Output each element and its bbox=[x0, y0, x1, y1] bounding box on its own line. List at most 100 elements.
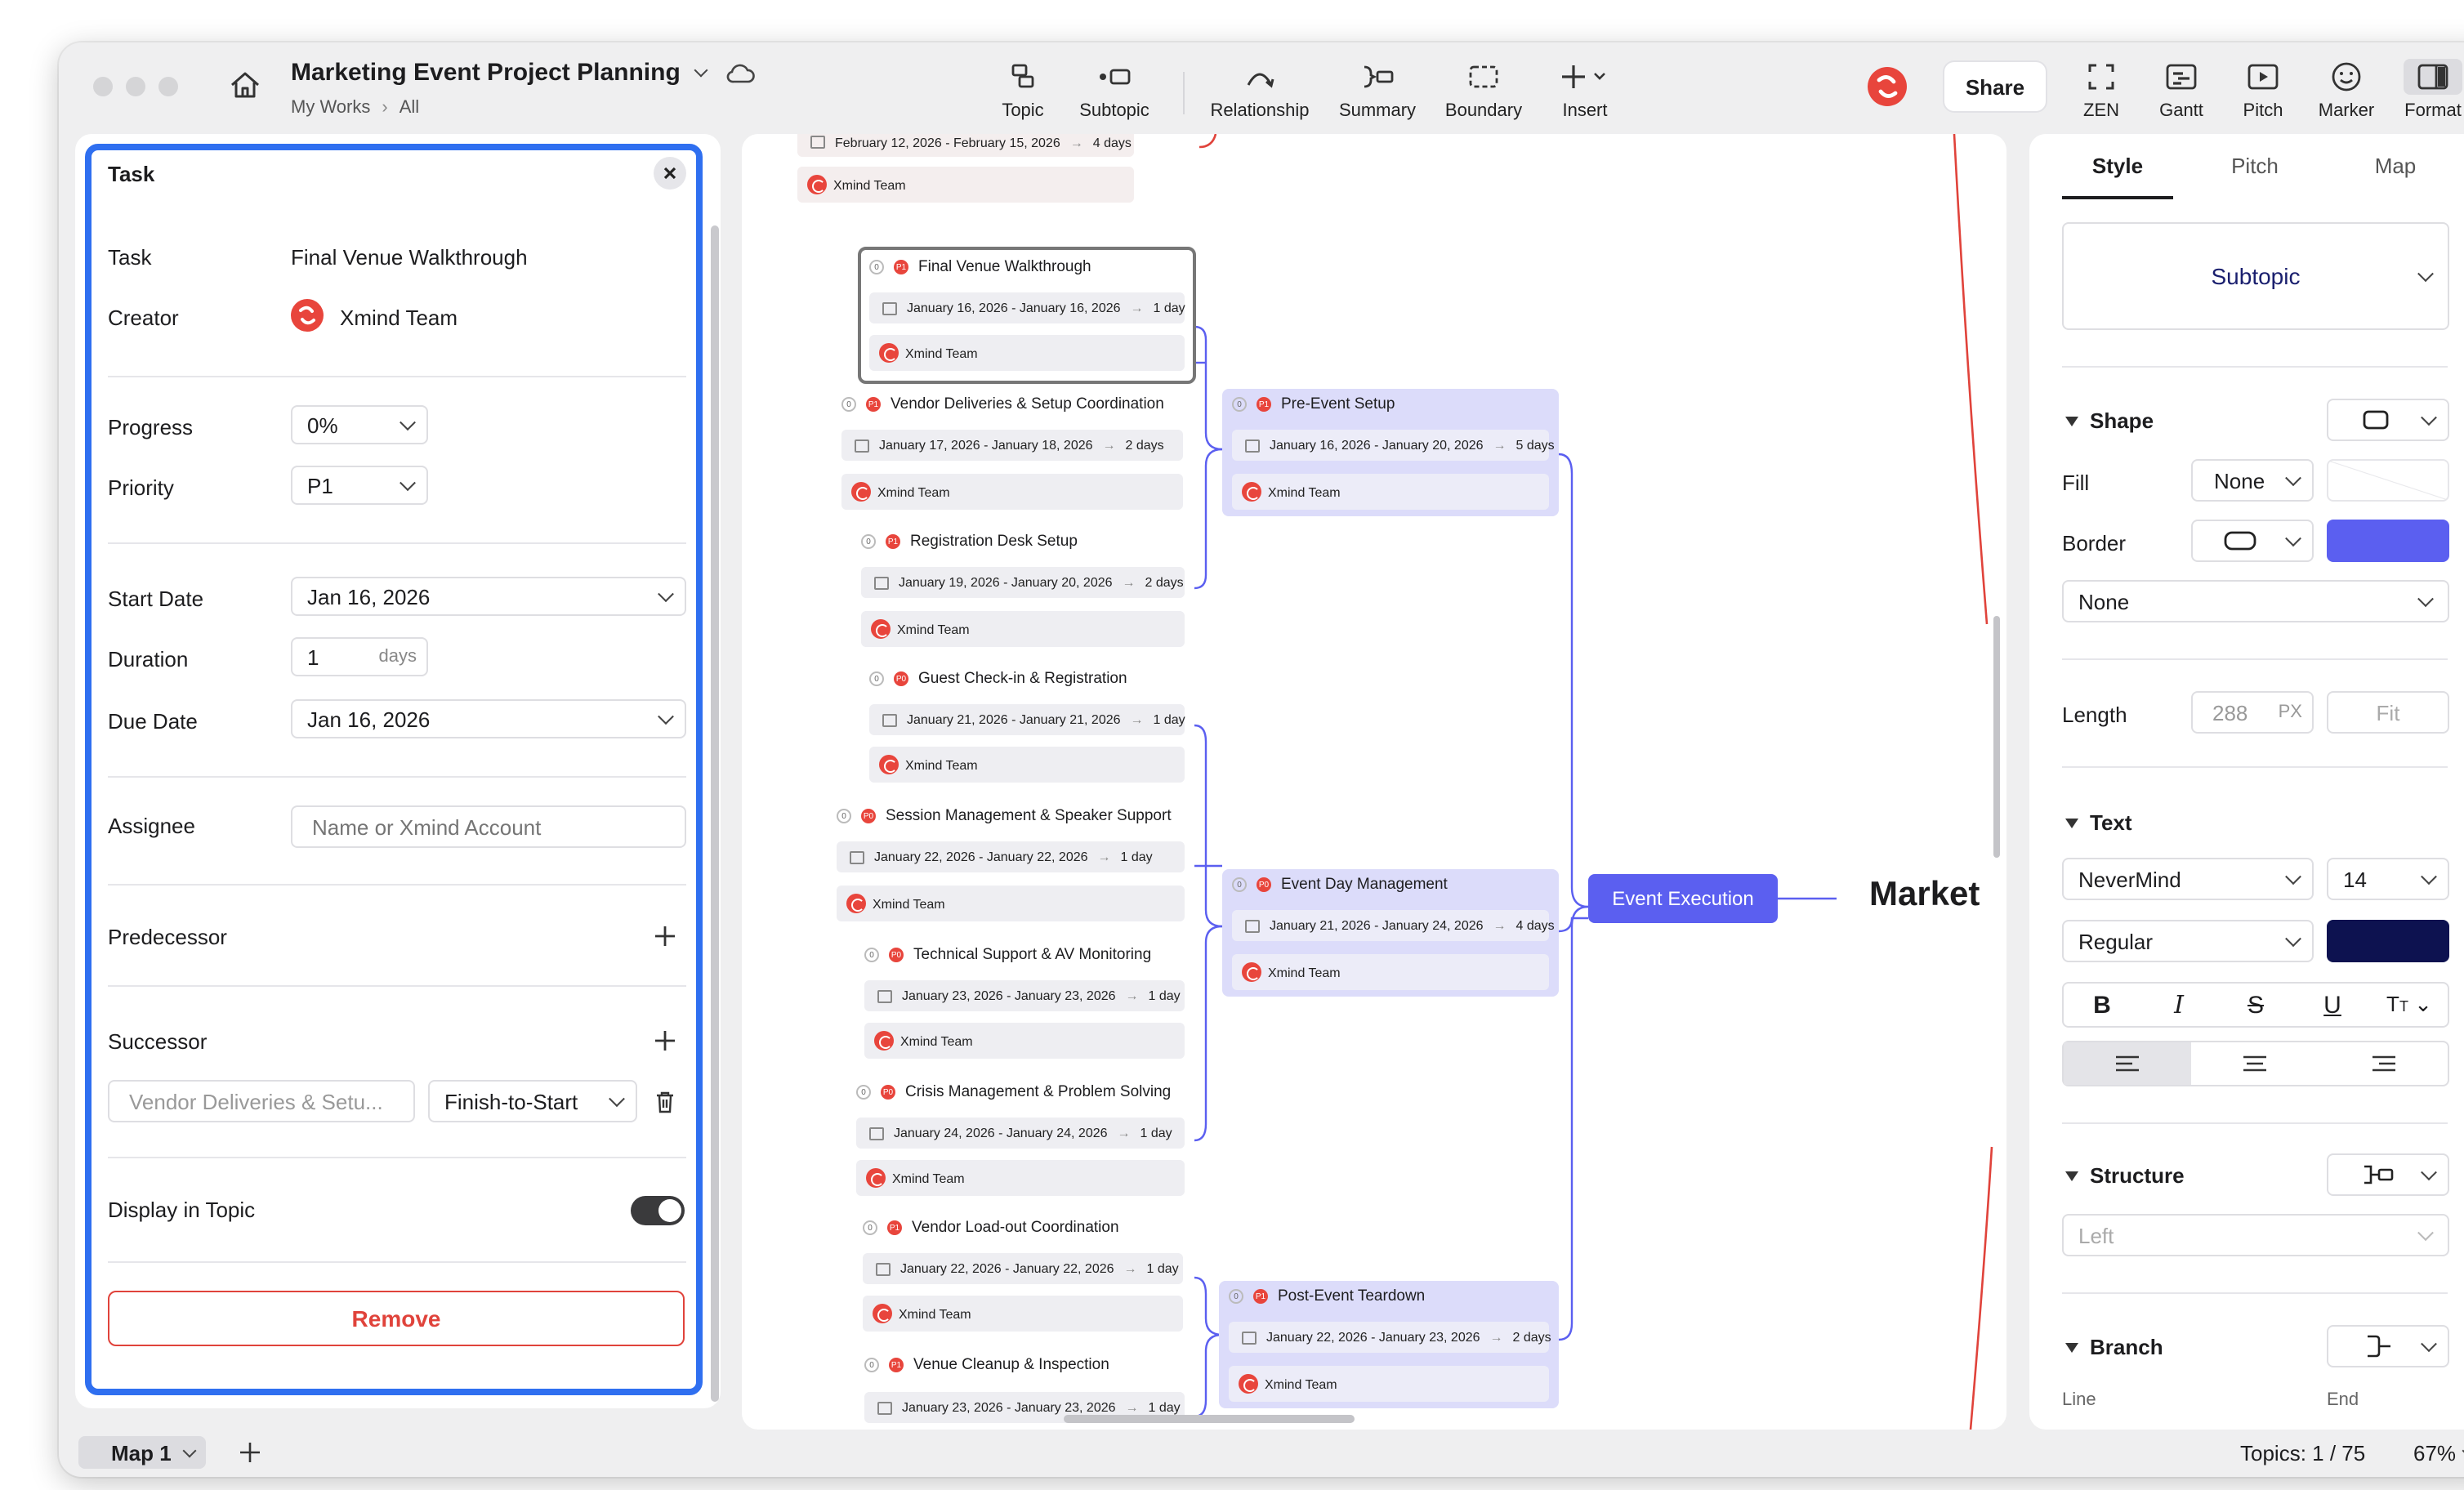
shape-section-header[interactable]: Shape bbox=[2065, 408, 2154, 433]
add-predecessor-button[interactable] bbox=[654, 925, 676, 948]
group-title[interactable]: 0 P1 Pre-Event Setup bbox=[1232, 395, 1395, 413]
add-successor-button[interactable] bbox=[654, 1029, 676, 1052]
mindmap-canvas[interactable]: February 12, 2026 - February 15, 2026 → 4 … bbox=[742, 134, 2006, 1430]
task-date-pill[interactable]: January 22, 2026 - January 22, 2026 → 1 da… bbox=[863, 1253, 1183, 1284]
successor-task-select[interactable]: Vendor Deliveries & Setu... bbox=[108, 1080, 415, 1122]
underline-button[interactable]: U bbox=[2294, 991, 2371, 1019]
group-assignee-pill[interactable]: Xmind Team bbox=[1232, 954, 1549, 990]
branch-section-header[interactable]: Branch bbox=[2065, 1335, 2163, 1359]
assignee-input[interactable] bbox=[291, 805, 686, 848]
task-date-pill[interactable]: January 23, 2026 - January 23, 2026 → 1 da… bbox=[864, 980, 1185, 1011]
document-title[interactable]: Marketing Event Project Planning bbox=[291, 59, 756, 87]
task-title[interactable]: 0 P1 Registration Desk Setup bbox=[861, 533, 1078, 551]
zoom-select[interactable]: 67% bbox=[2413, 1441, 2464, 1465]
structure-direction-select[interactable]: Left bbox=[2062, 1214, 2449, 1256]
shape-select[interactable] bbox=[2327, 399, 2449, 441]
central-topic[interactable]: Market bbox=[1869, 876, 1980, 915]
group-date-pill[interactable]: January 22, 2026 - January 23, 2026 → 2 da… bbox=[1229, 1322, 1551, 1353]
display-in-topic-toggle[interactable] bbox=[631, 1196, 685, 1225]
task-date-pill[interactable]: January 24, 2026 - January 24, 2026 → 1 da… bbox=[856, 1118, 1185, 1149]
add-map-button[interactable] bbox=[240, 1443, 260, 1462]
group-assignee-pill[interactable]: Xmind Team bbox=[1229, 1366, 1549, 1402]
due-date-picker[interactable]: Jan 16, 2026 bbox=[291, 699, 686, 738]
summary-button[interactable]: Summary bbox=[1335, 59, 1420, 121]
main-topic[interactable]: Event Execution bbox=[1588, 874, 1778, 923]
group-title[interactable]: 0 P0 Event Day Management bbox=[1232, 876, 1448, 894]
task-assignee-pill[interactable]: Xmind Team bbox=[841, 474, 1183, 510]
progress-select[interactable]: 0% bbox=[291, 405, 428, 444]
pitch-button[interactable]: Pitch bbox=[2235, 59, 2291, 121]
text-section-header[interactable]: Text bbox=[2065, 810, 2132, 835]
insert-button[interactable]: Insert bbox=[1552, 59, 1618, 121]
close-panel-button[interactable] bbox=[654, 157, 686, 190]
text-case-button[interactable]: TT ⌄ bbox=[2371, 992, 2448, 1018]
fill-color-swatch[interactable] bbox=[2327, 459, 2449, 502]
task-title[interactable]: 0 P1 Venue Cleanup & Inspection bbox=[864, 1356, 1109, 1374]
task-assignee-pill[interactable]: Xmind Team bbox=[837, 886, 1185, 921]
group-title[interactable]: 0 P1 Post-Event Teardown bbox=[1229, 1287, 1425, 1305]
font-weight-select[interactable]: Regular bbox=[2062, 920, 2314, 962]
task-assignee-pill[interactable]: Xmind Team bbox=[861, 611, 1185, 647]
border-color-swatch[interactable] bbox=[2327, 520, 2449, 562]
format-button[interactable]: Format bbox=[2399, 59, 2464, 121]
task-title[interactable]: 0 P0 Crisis Management & Problem Solving bbox=[856, 1083, 1171, 1101]
task-title[interactable]: 0 P1 Vendor Load-out Coordination bbox=[863, 1219, 1119, 1237]
breadcrumb-item[interactable]: My Works bbox=[291, 98, 370, 118]
branch-select[interactable] bbox=[2327, 1325, 2449, 1367]
task-panel-scrollbar[interactable] bbox=[711, 225, 719, 1402]
window-close-button[interactable] bbox=[93, 77, 113, 96]
task-title[interactable]: 0 P0 Session Management & Speaker Support bbox=[837, 807, 1172, 825]
canvas-vertical-scrollbar[interactable] bbox=[1993, 616, 2000, 858]
task-title[interactable]: 0 P0 Guest Check-in & Registration bbox=[869, 670, 1127, 688]
task-title[interactable]: 0 P0 Technical Support & AV Monitoring bbox=[864, 946, 1151, 964]
group-assignee-pill[interactable]: Xmind Team bbox=[1232, 474, 1549, 510]
task-assignee-pill[interactable]: Xmind Team bbox=[869, 747, 1185, 783]
marker-button[interactable]: Marker bbox=[2314, 59, 2379, 121]
align-left-button[interactable] bbox=[2064, 1042, 2192, 1085]
fill-select[interactable]: None bbox=[2191, 459, 2314, 502]
font-size-select[interactable]: 14 bbox=[2327, 858, 2449, 900]
task-date-pill[interactable]: January 21, 2026 - January 21, 2026 → 1 da… bbox=[869, 704, 1185, 735]
start-date-picker[interactable]: Jan 16, 2026 bbox=[291, 577, 686, 616]
border-shape-select[interactable] bbox=[2191, 520, 2314, 562]
task-title[interactable]: 0 P1 Vendor Deliveries & Setup Coordinatio… bbox=[841, 395, 1164, 413]
top-date-pill[interactable]: February 12, 2026 - February 15, 2026 → 4 … bbox=[797, 134, 1134, 157]
text-color-swatch[interactable] bbox=[2327, 920, 2449, 962]
task-date-pill[interactable]: January 16, 2026 - January 16, 2026 → 1 da… bbox=[869, 292, 1185, 323]
task-date-pill[interactable]: January 17, 2026 - January 18, 2026 → 2 da… bbox=[841, 430, 1183, 461]
breadcrumb-item[interactable]: All bbox=[400, 98, 419, 118]
task-assignee-pill[interactable]: Xmind Team bbox=[863, 1296, 1183, 1332]
align-center-button[interactable] bbox=[2192, 1042, 2320, 1085]
fit-button[interactable]: Fit bbox=[2327, 691, 2449, 734]
map-tab[interactable]: Map 1 bbox=[78, 1436, 206, 1469]
border-style-select[interactable]: None bbox=[2062, 580, 2449, 622]
top-assignee-pill[interactable]: Xmind Team bbox=[797, 167, 1134, 203]
task-date-pill[interactable]: January 19, 2026 - January 20, 2026 → 2 da… bbox=[861, 567, 1185, 598]
topic-button[interactable]: Topic bbox=[997, 59, 1049, 121]
relationship-button[interactable]: Relationship bbox=[1206, 59, 1314, 121]
task-title[interactable]: 0 P1 Final Venue Walkthrough bbox=[869, 258, 1091, 276]
zen-button[interactable]: ZEN bbox=[2078, 59, 2124, 121]
gantt-button[interactable]: Gantt bbox=[2150, 59, 2212, 121]
tab-style[interactable]: Style bbox=[2062, 154, 2173, 178]
font-family-select[interactable]: NeverMind bbox=[2062, 858, 2314, 900]
group-date-pill[interactable]: January 21, 2026 - January 24, 2026 → 4 da… bbox=[1232, 910, 1555, 941]
duration-input[interactable]: 1 days bbox=[291, 637, 428, 676]
canvas-horizontal-scrollbar[interactable] bbox=[1064, 1415, 1355, 1423]
dependency-type-select[interactable]: Finish-to-Start bbox=[428, 1080, 637, 1122]
structure-select[interactable] bbox=[2327, 1153, 2449, 1196]
boundary-button[interactable]: Boundary bbox=[1440, 59, 1528, 121]
strikethrough-button[interactable]: S bbox=[2217, 991, 2294, 1019]
task-assignee-pill[interactable]: Xmind Team bbox=[864, 1023, 1185, 1059]
window-minimize-button[interactable] bbox=[126, 77, 145, 96]
remove-task-button[interactable]: Remove bbox=[108, 1291, 685, 1346]
bold-button[interactable]: B bbox=[2064, 991, 2140, 1019]
priority-select[interactable]: P1 bbox=[291, 466, 428, 505]
window-zoom-button[interactable] bbox=[158, 77, 178, 96]
home-icon[interactable] bbox=[229, 70, 261, 100]
task-assignee-pill[interactable]: Xmind Team bbox=[869, 335, 1185, 371]
xmind-logo-icon[interactable] bbox=[1868, 67, 1907, 106]
group-date-pill[interactable]: January 16, 2026 - January 20, 2026 → 5 da… bbox=[1232, 430, 1555, 461]
italic-button[interactable]: I bbox=[2140, 990, 2217, 1019]
share-button[interactable]: Share bbox=[1944, 62, 2046, 111]
